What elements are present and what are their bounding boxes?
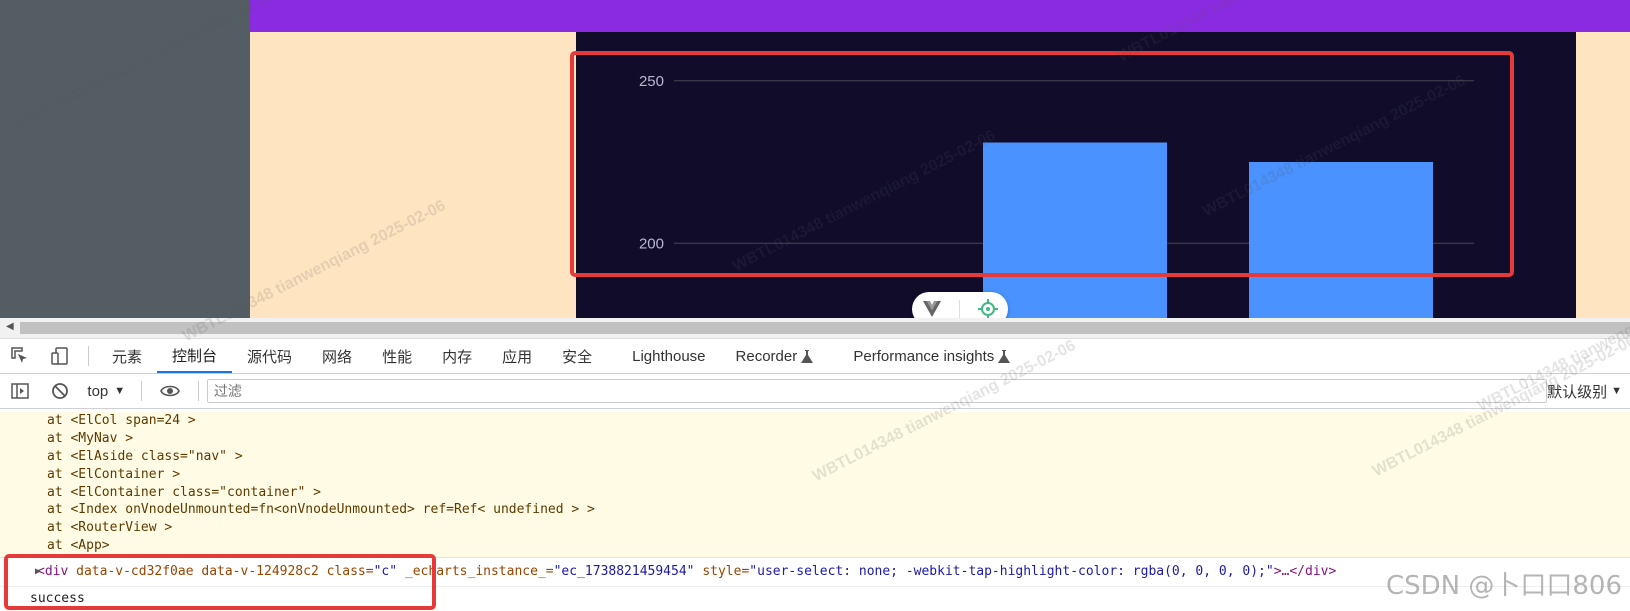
vue-logo-icon[interactable] <box>922 301 941 317</box>
tab-performance-insights[interactable]: Performance insights <box>838 339 1025 373</box>
inspect-element-icon[interactable] <box>0 347 40 365</box>
tab-application[interactable]: 应用 <box>487 339 547 373</box>
tab-console[interactable]: 控制台 <box>157 339 233 373</box>
stack-trace-line: at <RouterView > <box>47 520 173 536</box>
eye-icon[interactable] <box>150 384 190 398</box>
csdn-watermark: CSDN @卜口口806 <box>1385 571 1622 601</box>
stack-trace-line: at <App> <box>47 538 110 554</box>
stack-trace-line: at <ElContainer class="container" > <box>47 484 321 500</box>
tab-divider <box>88 346 89 366</box>
device-toolbar-icon[interactable] <box>40 347 80 365</box>
tab-recorder-label: Recorder <box>735 347 798 365</box>
flask-icon <box>998 349 1011 363</box>
filter-input[interactable] <box>206 379 1548 403</box>
devtools-tab-bar: 元素 控制台 源代码 网络 性能 内存 应用 安全 Lighthouse Rec… <box>0 339 1630 374</box>
stack-trace-line: at <Index onVnodeUnmounted=fn<onVnodeUnm… <box>47 502 595 518</box>
flask-icon <box>801 349 814 363</box>
tab-security[interactable]: 安全 <box>547 339 607 373</box>
attr-style-value: "user-select: none; -webkit-tap-highligh… <box>749 564 1274 579</box>
tab-perf-insights-label: Performance insights <box>853 347 995 365</box>
stack-trace-line: at <ElAside class="nav" > <box>47 448 243 464</box>
scrollbar-thumb[interactable] <box>20 322 1630 334</box>
header-bar <box>250 0 1630 32</box>
tab-performance[interactable]: 性能 <box>367 339 427 373</box>
toolbar-divider <box>141 381 143 401</box>
horizontal-scrollbar[interactable]: ◀ <box>0 318 1630 339</box>
highlight-box-log <box>4 554 436 610</box>
stack-trace-line: at <ElContainer > <box>47 466 181 482</box>
stack-trace-line: at <ElCol span=24 > <box>47 413 196 428</box>
scroll-left-icon[interactable]: ◀ <box>6 321 14 332</box>
clear-console-icon[interactable] <box>40 382 80 400</box>
tag-close: >…</div> <box>1273 564 1337 579</box>
stack-trace-line: at <MyNav > <box>47 430 134 446</box>
pill-divider <box>958 300 960 318</box>
highlight-box-chart <box>570 51 1514 277</box>
sidebar <box>0 0 250 318</box>
tab-memory[interactable]: 内存 <box>427 339 487 373</box>
log-levels-label: 默认级别 <box>1547 383 1608 401</box>
tab-recorder[interactable]: Recorder <box>721 339 829 373</box>
attr-instance-value: "ec_1738821459454" <box>553 564 695 579</box>
toolbar-divider <box>197 381 199 401</box>
app-preview: 250 200 <box>0 0 1630 318</box>
chevron-down-icon: ▼ <box>114 385 126 397</box>
tab-lighthouse[interactable]: Lighthouse <box>617 339 720 373</box>
chevron-down-icon: ▼ <box>1611 385 1622 397</box>
attr-style-name: style= <box>694 564 750 579</box>
log-levels-dropdown[interactable]: 默认级别 ▼ <box>1547 381 1630 402</box>
context-selector[interactable]: top ▼ <box>79 383 133 400</box>
crosshair-icon[interactable] <box>977 299 998 318</box>
warning-message: at <ElCol span=24 > at <MyNav > at <ElAs… <box>0 412 1630 558</box>
tab-network[interactable]: 网络 <box>307 339 367 373</box>
vue-devtools-toggle[interactable] <box>912 292 1008 318</box>
console-toolbar: top▼ 默认级别▼ <box>0 374 1630 409</box>
context-value: top <box>87 382 109 400</box>
tab-sources[interactable]: 源代码 <box>232 339 307 373</box>
sidebar-toggle-icon[interactable] <box>0 383 40 399</box>
tab-elements[interactable]: 元素 <box>97 339 157 373</box>
